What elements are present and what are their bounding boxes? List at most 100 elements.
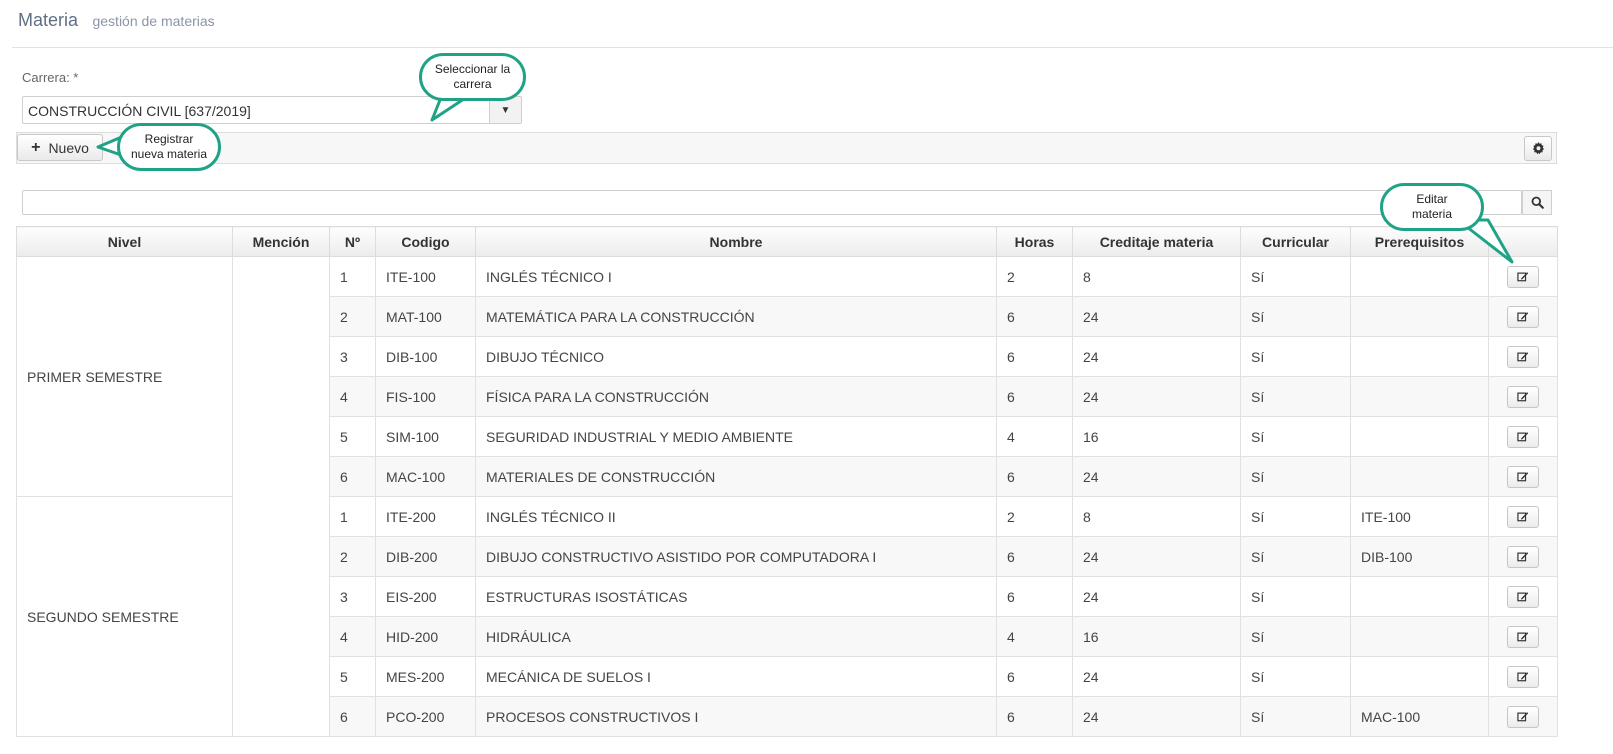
row-curricular: Sí — [1240, 296, 1351, 337]
row-prerequisitos — [1350, 576, 1489, 617]
row-actions — [1488, 296, 1558, 337]
callout-nuevo-text: Registrar nueva materia — [130, 132, 208, 161]
row-curricular: Sí — [1240, 576, 1351, 617]
col-header-creditaje[interactable]: Creditaje materia — [1072, 226, 1241, 257]
row-horas: 6 — [996, 336, 1073, 377]
col-header-mencion[interactable]: Mención — [232, 226, 330, 257]
row-actions — [1488, 616, 1558, 657]
row-horas: 6 — [996, 576, 1073, 617]
row-nombre: PROCESOS CONSTRUCTIVOS I — [475, 696, 997, 737]
col-header-nombre[interactable]: Nombre — [475, 226, 997, 257]
edit-button[interactable] — [1507, 425, 1539, 448]
row-prerequisitos — [1350, 336, 1489, 377]
row-nombre: HIDRÁULICA — [475, 616, 997, 657]
edit-icon — [1517, 472, 1529, 482]
row-nombre: ESTRUCTURAS ISOSTÁTICAS — [475, 576, 997, 617]
row-horas: 4 — [996, 616, 1073, 657]
edit-button[interactable] — [1507, 705, 1539, 728]
row-numero: 5 — [329, 416, 376, 457]
row-numero: 2 — [329, 536, 376, 577]
edit-button[interactable] — [1507, 545, 1539, 568]
row-curricular: Sí — [1240, 416, 1351, 457]
col-header-numero[interactable]: Nº — [329, 226, 376, 257]
edit-button[interactable] — [1507, 385, 1539, 408]
row-prerequisitos — [1350, 416, 1489, 457]
row-nombre: FÍSICA PARA LA CONSTRUCCIÓN — [475, 376, 997, 417]
row-curricular: Sí — [1240, 496, 1351, 537]
page-header: Materia gestión de materias — [18, 10, 215, 31]
row-curricular: Sí — [1240, 256, 1351, 297]
row-nombre: MATERIALES DE CONSTRUCCIÓN — [475, 456, 997, 497]
edit-button[interactable] — [1507, 665, 1539, 688]
edit-button[interactable] — [1507, 345, 1539, 368]
row-horas: 6 — [996, 456, 1073, 497]
row-horas: 4 — [996, 416, 1073, 457]
row-creditaje: 24 — [1072, 456, 1241, 497]
row-horas: 2 — [996, 256, 1073, 297]
settings-button[interactable] — [1524, 136, 1552, 161]
row-codigo: MAC-100 — [375, 456, 476, 497]
row-nombre: INGLÉS TÉCNICO I — [475, 256, 997, 297]
edit-button[interactable] — [1507, 585, 1539, 608]
row-creditaje: 8 — [1072, 496, 1241, 537]
row-actions — [1488, 656, 1558, 697]
row-horas: 6 — [996, 296, 1073, 337]
edit-button[interactable] — [1507, 465, 1539, 488]
row-nombre: DIBUJO CONSTRUCTIVO ASISTIDO POR COMPUTA… — [475, 536, 997, 577]
row-numero: 3 — [329, 336, 376, 377]
col-header-curricular[interactable]: Curricular — [1240, 226, 1351, 257]
callout-select-text: Seleccionar la carrera — [434, 62, 511, 91]
row-numero: 1 — [329, 496, 376, 537]
row-actions — [1488, 576, 1558, 617]
row-curricular: Sí — [1240, 656, 1351, 697]
materias-table: Nivel Mención Nº Codigo Nombre Horas Cre… — [16, 226, 1558, 737]
row-codigo: EIS-200 — [375, 576, 476, 617]
row-creditaje: 24 — [1072, 296, 1241, 337]
edit-icon — [1517, 712, 1529, 722]
edit-button[interactable] — [1507, 505, 1539, 528]
edit-button[interactable] — [1507, 305, 1539, 328]
row-creditaje: 16 — [1072, 616, 1241, 657]
row-prerequisitos — [1350, 376, 1489, 417]
row-numero: 4 — [329, 376, 376, 417]
row-nivel: PRIMER SEMESTRE — [16, 256, 233, 497]
col-header-codigo[interactable]: Codigo — [375, 226, 476, 257]
edit-icon — [1517, 272, 1529, 282]
gear-icon — [1532, 142, 1544, 155]
edit-button[interactable] — [1507, 625, 1539, 648]
row-numero: 6 — [329, 696, 376, 737]
callout-select-carrera: Seleccionar la carrera — [419, 53, 526, 101]
toolbar: + Nuevo — [16, 132, 1557, 164]
row-numero: 4 — [329, 616, 376, 657]
row-codigo: HID-200 — [375, 616, 476, 657]
row-prerequisitos: DIB-100 — [1350, 536, 1489, 577]
row-actions — [1488, 456, 1558, 497]
row-creditaje: 24 — [1072, 656, 1241, 697]
row-actions — [1488, 376, 1558, 417]
row-nivel: SEGUNDO SEMESTRE — [16, 496, 233, 737]
row-numero: 1 — [329, 256, 376, 297]
row-creditaje: 8 — [1072, 256, 1241, 297]
search-input[interactable] — [22, 190, 1522, 215]
search-button[interactable] — [1522, 190, 1552, 215]
row-prerequisitos: ITE-100 — [1350, 496, 1489, 537]
col-header-nivel[interactable]: Nivel — [16, 226, 233, 257]
header-divider — [12, 47, 1613, 48]
edit-icon — [1517, 312, 1529, 322]
edit-icon — [1517, 592, 1529, 602]
row-nombre: SEGURIDAD INDUSTRIAL Y MEDIO AMBIENTE — [475, 416, 997, 457]
row-codigo: DIB-100 — [375, 336, 476, 377]
table-header-row: Nivel Mención Nº Codigo Nombre Horas Cre… — [16, 226, 1558, 257]
row-creditaje: 24 — [1072, 336, 1241, 377]
col-header-horas[interactable]: Horas — [996, 226, 1073, 257]
new-button[interactable]: + Nuevo — [17, 134, 103, 161]
row-actions — [1488, 536, 1558, 577]
row-creditaje: 16 — [1072, 416, 1241, 457]
row-actions — [1488, 336, 1558, 377]
row-horas: 6 — [996, 376, 1073, 417]
row-nombre: INGLÉS TÉCNICO II — [475, 496, 997, 537]
row-codigo: ITE-200 — [375, 496, 476, 537]
carrera-label: Carrera: * — [22, 70, 79, 85]
edit-icon — [1517, 512, 1529, 522]
row-creditaje: 24 — [1072, 576, 1241, 617]
